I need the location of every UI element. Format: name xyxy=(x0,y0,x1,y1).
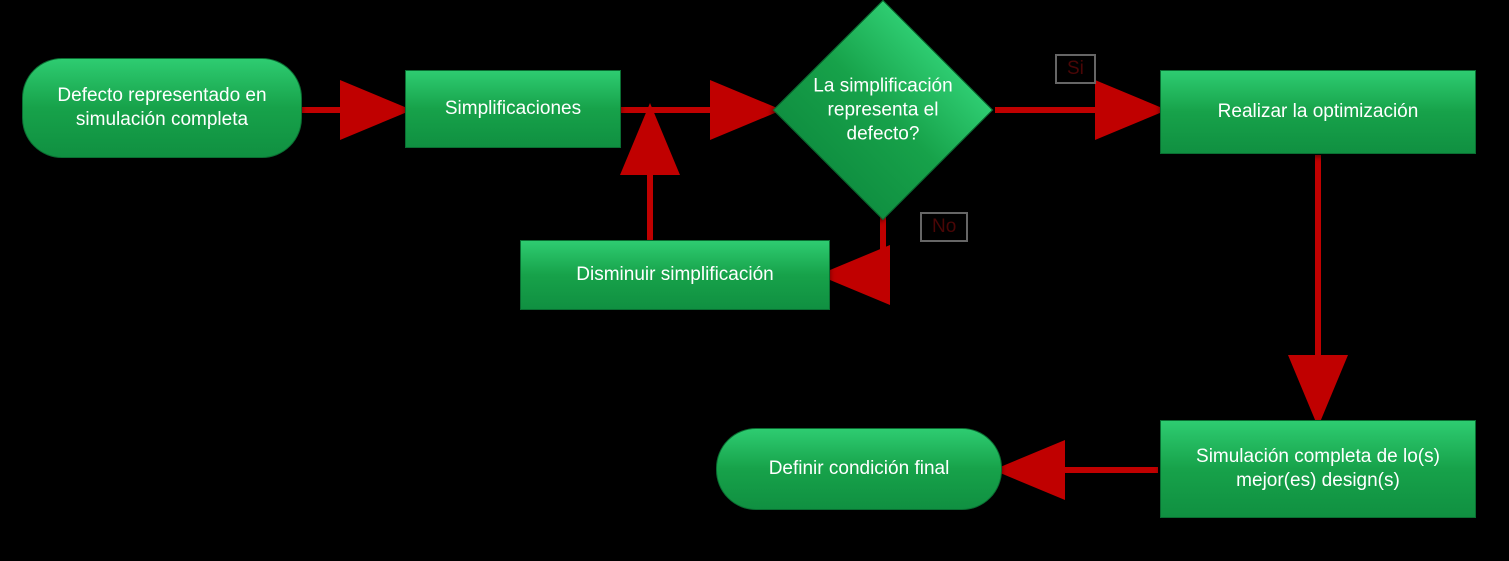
no-label-text: No xyxy=(932,216,956,237)
simplify-node: Simplificaciones xyxy=(405,70,621,148)
final-node: Definir condición final xyxy=(716,428,1002,510)
decrease-node-label: Disminuir simplificación xyxy=(576,263,773,287)
yes-label: Si xyxy=(1055,54,1096,84)
decision-node-label: La simplificación representa el defecto? xyxy=(793,74,973,145)
simplify-node-label: Simplificaciones xyxy=(445,97,581,121)
decision-node: La simplificación representa el defecto? xyxy=(805,32,961,188)
start-node: Defecto representado en simulación compl… xyxy=(22,58,302,158)
start-node-label: Defecto representado en simulación compl… xyxy=(37,84,287,132)
yes-label-text: Si xyxy=(1067,58,1084,79)
fullsim-node: Simulación completa de lo(s) mejor(es) d… xyxy=(1160,420,1476,518)
final-node-label: Definir condición final xyxy=(769,457,950,481)
optimize-node-label: Realizar la optimización xyxy=(1218,100,1419,124)
fullsim-node-label: Simulación completa de lo(s) mejor(es) d… xyxy=(1175,445,1461,493)
no-label: No xyxy=(920,212,968,242)
optimize-node: Realizar la optimización xyxy=(1160,70,1476,154)
decrease-node: Disminuir simplificación xyxy=(520,240,830,310)
